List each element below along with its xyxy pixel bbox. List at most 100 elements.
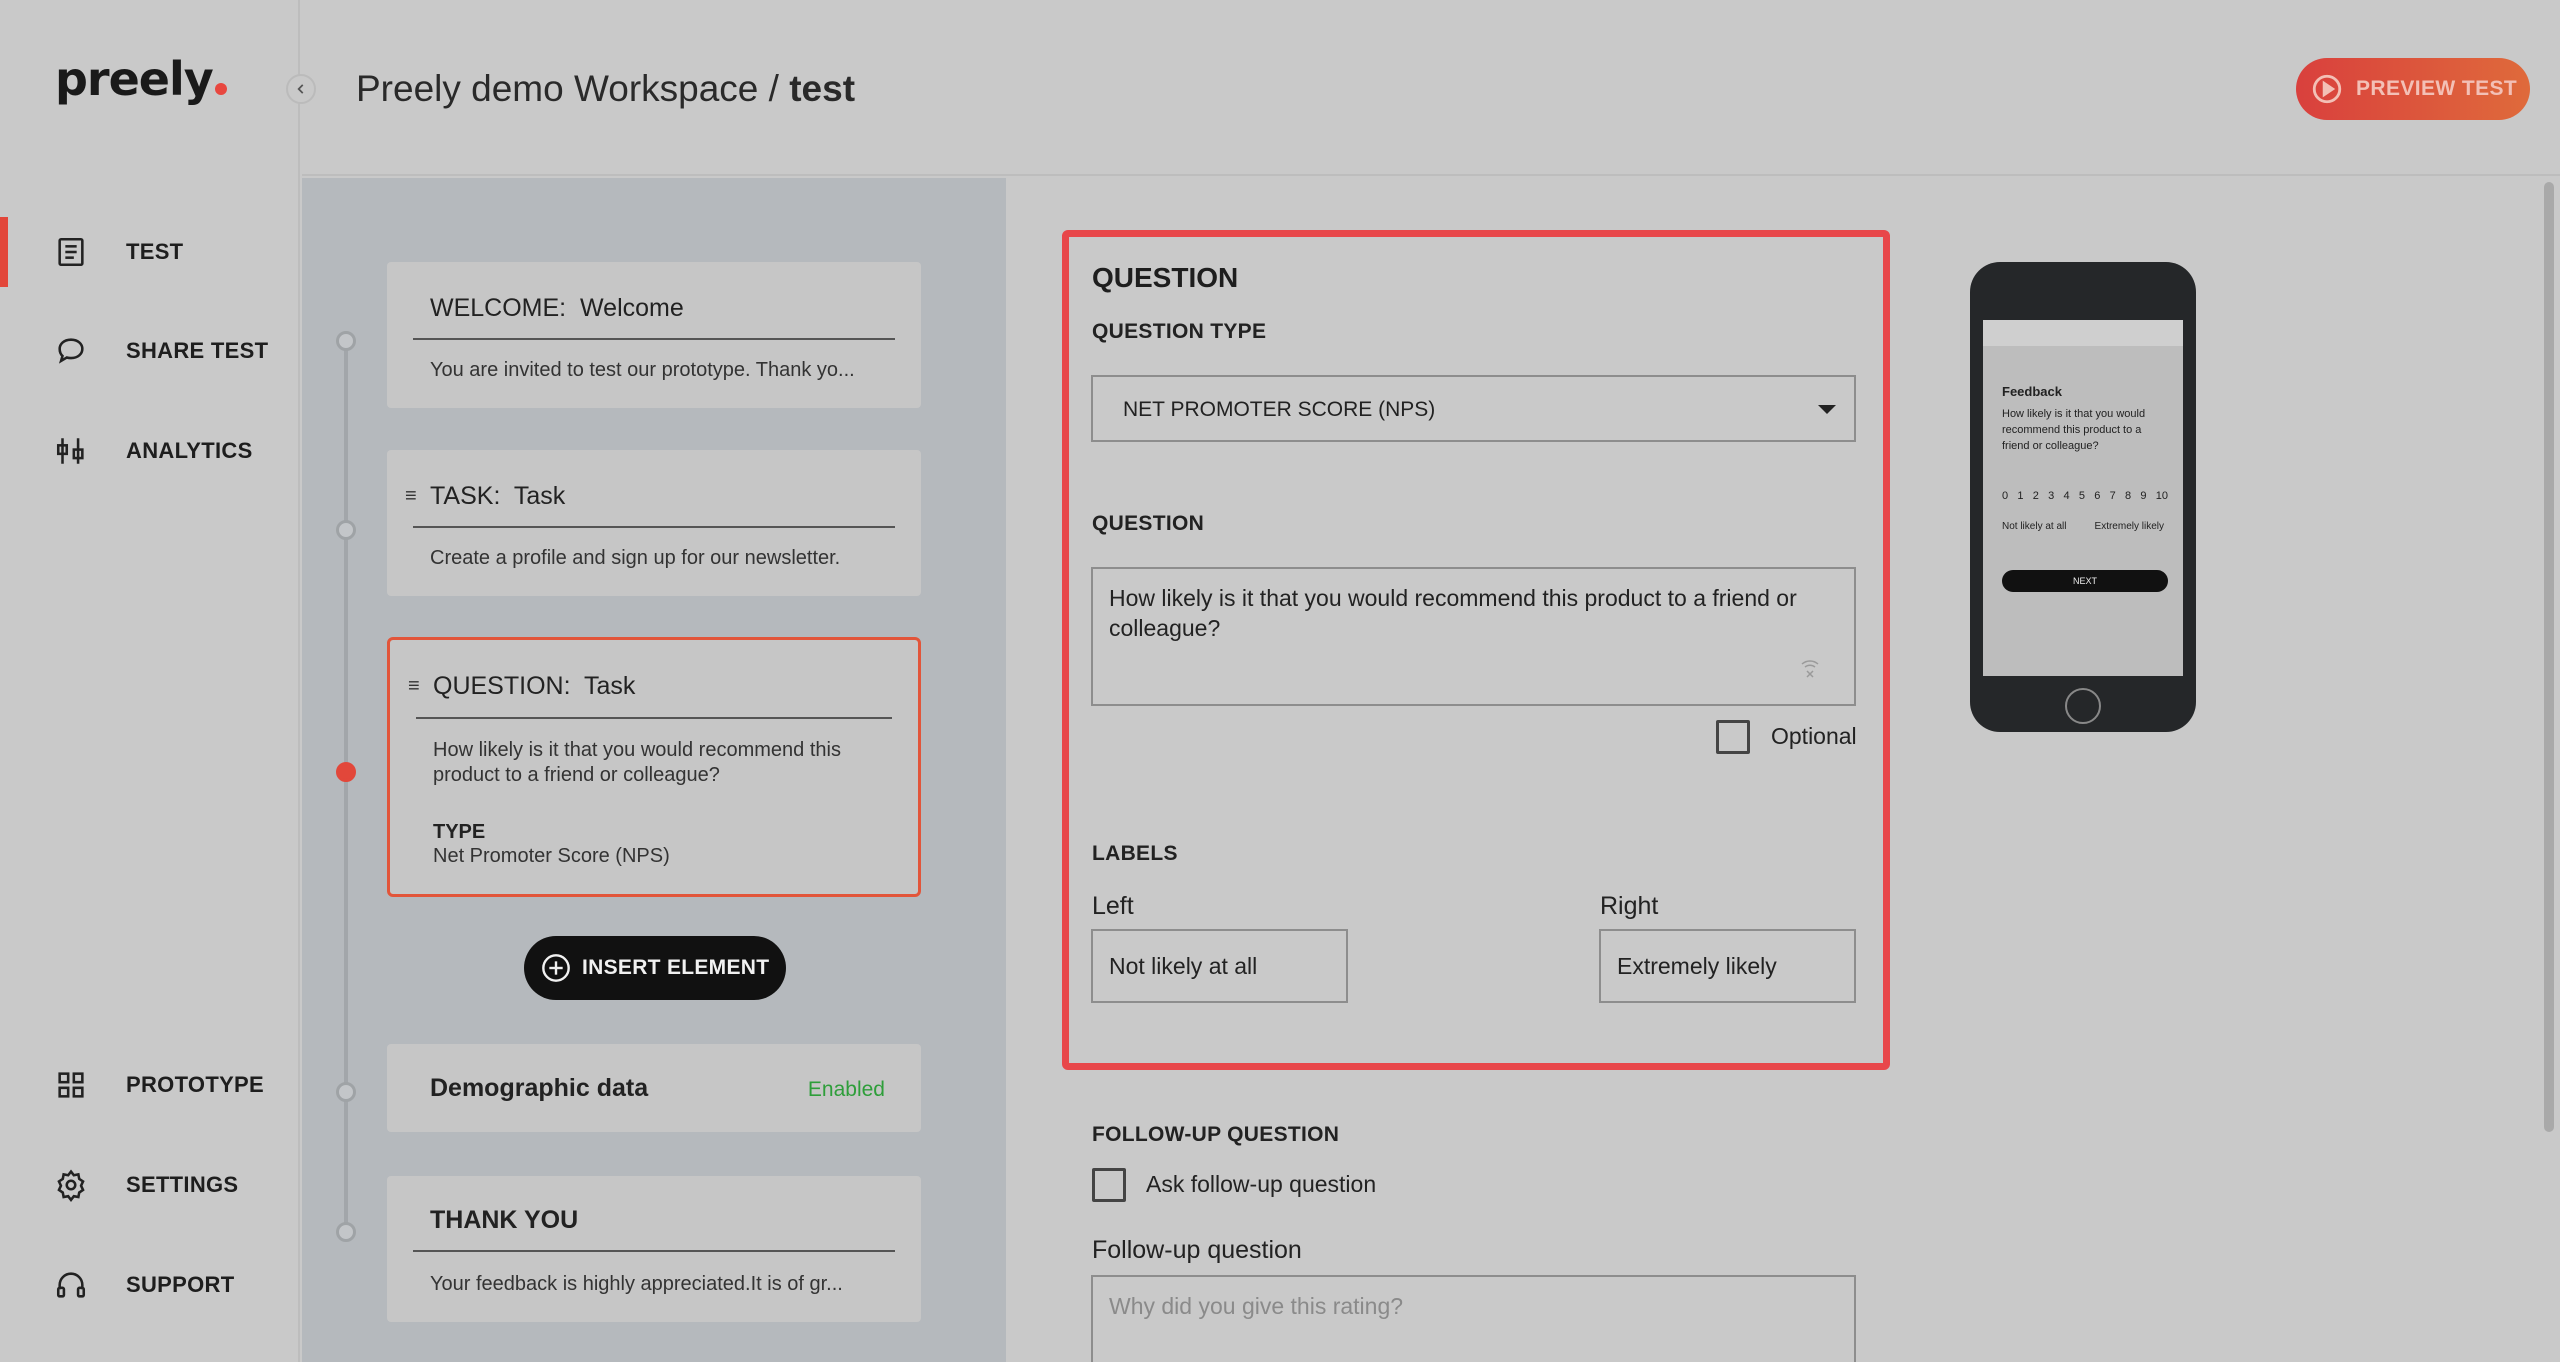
welcome-card[interactable]: WELCOME: Welcome You are invited to test… [387,262,921,408]
sidebar-item-test[interactable]: TEST [0,217,300,287]
preview-next-button: NEXT [2002,570,2168,592]
optional-checkbox[interactable] [1716,720,1750,754]
sidebar-item-label: SETTINGS [126,1172,239,1197]
followup-field-label: Follow-up question [1092,1236,1302,1264]
collapse-sidebar-button[interactable] [286,74,316,104]
scale-item: 6 [2094,490,2101,502]
header: Preely demo Workspace / test PREVIEW TES… [302,0,2560,176]
preview-test-label: PREVIEW TEST [2356,77,2518,100]
sidebar-item-label: ANALYTICS [126,438,253,463]
scale-item: 7 [2109,490,2116,502]
insert-element-label: INSERT ELEMENT [582,956,770,979]
insert-element-button[interactable]: INSERT ELEMENT [524,936,786,1000]
breadcrumb: Preely demo Workspace / test [356,68,855,110]
flow-node-active [336,762,356,782]
speech-bubble-icon [58,338,84,364]
question-card-selected[interactable]: ≡ QUESTION: Task How likely is it that y… [387,637,921,897]
flow-node [336,520,356,540]
flow-node [336,1082,356,1102]
task-card[interactable]: ≡ TASK: Task Create a profile and sign u… [387,450,921,596]
card-title: QUESTION: Task [433,672,636,700]
play-circle-icon [2312,74,2342,104]
scale-item: 1 [2017,490,2024,502]
no-signal-icon [1801,660,1819,678]
card-text: Your feedback is highly appreciated.It i… [430,1273,843,1295]
question-type-value: NET PROMOTER SCORE (NPS) [1123,398,1436,421]
scale-item: 2 [2032,490,2039,502]
scale-item: 5 [2078,490,2085,502]
plus-circle-icon [542,954,570,982]
status-badge: Enabled [807,1078,885,1101]
followup-heading: FOLLOW-UP QUESTION [1092,1123,1340,1146]
followup-checkbox-label: Ask follow-up question [1146,1171,1377,1197]
type-value: Net Promoter Score (NPS) [433,845,670,867]
chevron-left-icon [297,84,304,94]
type-label: TYPE [433,821,486,843]
question-textarea[interactable]: How likely is it that you would recommen… [1091,567,1856,706]
scrollbar[interactable] [2544,182,2554,1132]
sidebar-item-share-test[interactable]: SHARE TEST [0,316,300,386]
headset-icon [56,1272,86,1298]
divider [413,338,895,340]
right-label: Right [1600,892,1659,920]
workspace-name[interactable]: Preely demo Workspace / [356,68,779,109]
grid-icon [58,1072,84,1098]
flow-node [336,1222,356,1242]
flow-node [336,331,356,351]
preview-right-label: Extremely likely [2094,521,2164,532]
scale-item: 0 [2002,490,2009,502]
card-title: TASK: Task [430,482,566,510]
preview-scale: 0 1 2 3 4 5 6 7 8 9 10 [2002,490,2168,502]
preview-left-label: Not likely at all [2002,521,2067,532]
sidebar-item-analytics[interactable]: ANALYTICS [0,416,300,486]
divider [413,526,895,528]
card-text: How likely is it that you would recommen… [433,739,841,786]
labels-heading: LABELS [1092,842,1178,865]
right-label-input[interactable]: Extremely likely [1599,929,1856,1003]
phone-home-button [2065,688,2101,724]
followup-checkbox[interactable] [1092,1168,1126,1202]
phone-preview: Feedback How likely is it that you would… [1970,262,2196,732]
scale-item: 4 [2063,490,2070,502]
divider [413,1250,895,1252]
thankyou-card[interactable]: THANK YOU Your feedback is highly apprec… [387,1176,921,1322]
sidebar-item-support[interactable]: SUPPORT [0,1250,300,1320]
sidebar: preely TEST SHARE TEST ANALYTICS PROTOTY… [0,0,300,1362]
sidebar-item-label: SUPPORT [126,1272,235,1297]
card-title: WELCOME: Welcome [430,294,684,322]
sidebar-item-label: PROTOTYPE [126,1072,264,1097]
sidebar-item-prototype[interactable]: PROTOTYPE [0,1050,300,1120]
divider [416,717,892,719]
card-text: You are invited to test our prototype. T… [430,359,855,381]
left-label-input[interactable]: Not likely at all [1091,929,1348,1003]
followup-question-input[interactable]: Why did you give this rating? [1091,1275,1856,1362]
card-text: Create a profile and sign up for our new… [430,547,841,569]
sidebar-item-label: SHARE TEST [126,338,269,363]
question-type-select[interactable]: NET PROMOTER SCORE (NPS) [1091,375,1856,442]
preview-test-button[interactable]: PREVIEW TEST [2296,58,2530,120]
left-label: Left [1092,892,1134,920]
scale-item: 3 [2048,490,2055,502]
test-name: test [789,68,856,109]
drag-handle-icon[interactable]: ≡ [405,485,417,508]
sidebar-item-settings[interactable]: SETTINGS [0,1150,300,1220]
preview-title: Feedback [2002,384,2062,399]
preview-question: How likely is it that you would recommen… [2002,408,2146,452]
card-title: THANK YOU [430,1206,579,1234]
analytics-icon [56,438,84,464]
question-label: QUESTION [1092,512,1205,535]
document-icon [58,237,84,267]
editor-heading: QUESTION [1092,262,1239,293]
demographic-card[interactable]: Demographic data Enabled [387,1044,921,1132]
question-text: How likely is it that you would recommen… [1109,585,1797,641]
preely-logo[interactable]: preely [55,52,227,106]
caret-down-icon [1818,405,1836,414]
phone-screen: Feedback How likely is it that you would… [1983,320,2183,676]
scale-item: 10 [2155,490,2168,502]
question-type-label: QUESTION TYPE [1092,320,1267,343]
drag-handle-icon[interactable]: ≡ [408,675,420,698]
scale-item: 8 [2125,490,2132,502]
phone-status-bar [1983,320,2183,346]
sidebar-item-label: TEST [126,239,184,264]
gear-icon [57,1169,85,1202]
